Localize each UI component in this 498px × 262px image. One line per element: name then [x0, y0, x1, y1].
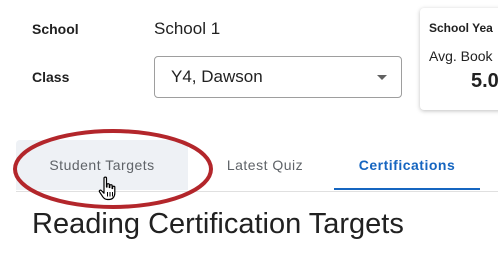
tab-certifications[interactable]: Certifications	[334, 140, 480, 190]
class-label: Class	[32, 69, 70, 85]
hand-pointer-icon	[98, 176, 116, 201]
school-year-card: School Yea Avg. Book 5.0	[420, 8, 498, 110]
card-title: School Yea	[429, 21, 493, 35]
arrow-drop-down-icon	[377, 75, 387, 80]
school-label: School	[32, 21, 79, 37]
tab-bar: Student Targets Latest Quiz Certificatio…	[16, 140, 498, 192]
card-metric-value: 5.0	[471, 70, 498, 92]
school-value: School 1	[154, 19, 221, 38]
page-heading: Reading Certification Targets	[32, 208, 404, 240]
class-select-value: Y4, Dawson	[171, 67, 263, 86]
tab-latest-quiz[interactable]: Latest Quiz	[206, 140, 324, 190]
class-select[interactable]: Y4, Dawson	[154, 56, 402, 98]
card-metric-label: Avg. Book	[429, 48, 493, 64]
